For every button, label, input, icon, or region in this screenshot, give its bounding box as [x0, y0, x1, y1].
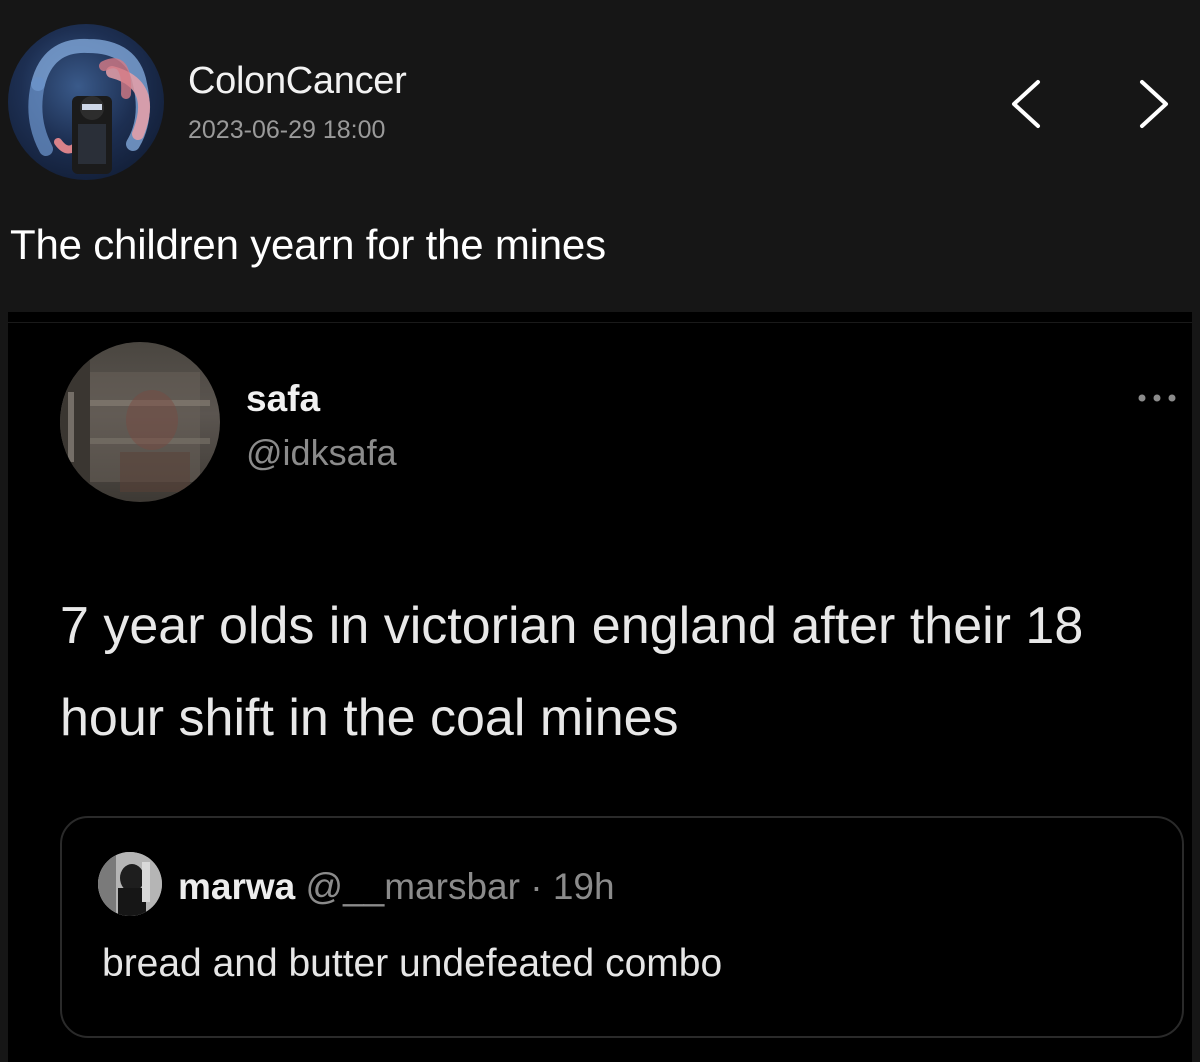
- colon-illustration-icon: [28, 38, 151, 174]
- quoted-tweet-author-handle: @__marsbar: [305, 866, 520, 907]
- tweet-avatar: [60, 342, 220, 502]
- quoted-tweet-avatar: [98, 852, 162, 916]
- quoted-tweet-card[interactable]: marwa @__marsbar · 19h bread and butter …: [60, 816, 1184, 1038]
- avatar-photo-icon: [60, 342, 210, 502]
- chevron-left-icon: [1012, 80, 1040, 128]
- embedded-tweet-image[interactable]: safa @idksafa 7 year olds in victorian e…: [8, 312, 1192, 1062]
- more-horizontal-icon: [1138, 394, 1176, 402]
- quoted-tweet-text: bread and butter undefeated combo: [102, 942, 723, 985]
- quoted-tweet-time: · 19h: [530, 866, 615, 907]
- more-options-button[interactable]: [1132, 388, 1182, 408]
- post-timestamp: 2023-06-29 18:00: [188, 116, 386, 144]
- quoted-tweet-author-name: marwa: [178, 866, 296, 907]
- post-caption: The children yearn for the mines: [10, 221, 606, 268]
- author-avatar[interactable]: [8, 24, 164, 180]
- divider: [8, 322, 1192, 323]
- quoted-tweet-header: marwa @__marsbar · 19h: [178, 866, 615, 908]
- author-name[interactable]: ColonCancer: [188, 60, 407, 103]
- chevron-right-icon: [1140, 80, 1168, 128]
- previous-post-button[interactable]: [1000, 74, 1056, 134]
- tweet-author-handle: @idksafa: [246, 432, 397, 473]
- avatar-photo-icon: [98, 852, 162, 916]
- next-post-button[interactable]: [1124, 74, 1180, 134]
- post-viewer: ColonCancer 2023-06-29 18:00 The childre…: [0, 0, 1200, 1062]
- tweet-text: 7 year olds in victorian england after t…: [60, 597, 1084, 747]
- tweet-author-name: safa: [246, 378, 321, 419]
